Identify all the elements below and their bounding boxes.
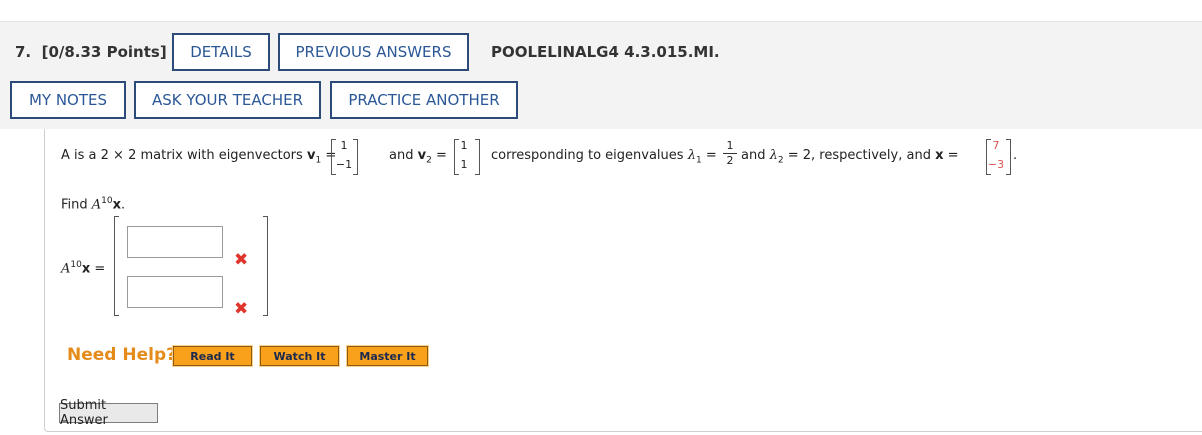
question-points: [0/8.33 Points] [41,43,167,61]
lambda2-text: and λ2 = 2, respectively, and x = [741,148,959,166]
answer-input-1[interactable] [127,226,223,258]
ask-your-teacher-button[interactable]: ASK YOUR TEACHER [134,81,321,119]
find-instruction: Find A10x. [61,196,126,213]
read-it-button[interactable]: Read It [172,345,253,367]
statement-period: . [1013,148,1018,163]
question-number: 7. [0/8.33 Points] [15,43,167,61]
answer-label: A10x = [61,260,106,277]
answer-right-bracket [263,216,268,316]
problem-intro: A is a 2 × 2 matrix with eigenvectors v1… [61,148,337,166]
details-button[interactable]: DETAILS [172,33,270,71]
answer-left-bracket [114,216,119,316]
master-it-button[interactable]: Master It [346,345,429,367]
v2-label: and v2 = [389,148,447,166]
need-help-label: Need Help? [67,345,176,365]
eigenvalues-text: corresponding to eigenvalues λ1 = [491,148,717,166]
incorrect-icon: ✖ [234,299,249,319]
x-entry: 7 [992,139,1000,152]
practice-another-button[interactable]: PRACTICE ANOTHER [330,81,518,119]
answer-input-2[interactable] [127,276,223,308]
problem-code: POOLELINALG4 4.3.015.MI. [491,43,720,61]
x-entry: −3 [987,158,1005,171]
incorrect-icon: ✖ [234,250,249,270]
submit-answer-button[interactable]: Submit Answer [59,398,158,428]
v2-entry: 1 [460,158,468,171]
x-right-bracket [1006,139,1011,175]
v2-entry: 1 [460,139,468,152]
lambda1-fraction: 1 2 [723,139,737,167]
my-notes-button[interactable]: MY NOTES [10,81,126,119]
watch-it-button[interactable]: Watch It [259,345,340,367]
v1-entry: 1 [340,139,348,152]
previous-answers-button[interactable]: PREVIOUS ANSWERS [278,33,469,71]
v2-right-bracket [475,139,480,175]
v1-right-bracket [353,139,358,175]
v1-entry: −1 [335,158,353,171]
